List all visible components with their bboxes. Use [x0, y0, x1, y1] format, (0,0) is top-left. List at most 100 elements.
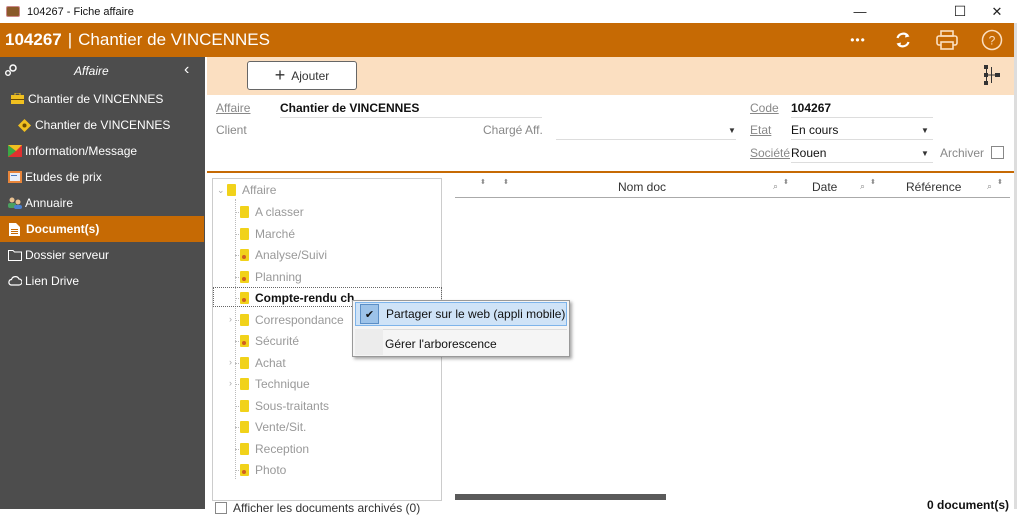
tree-node[interactable]: Sécurité [240, 331, 299, 351]
app-icon [6, 6, 20, 17]
affaire-label[interactable]: Affaire [216, 101, 250, 115]
close-button[interactable]: ✕ [980, 0, 1014, 23]
sidebar-item-label: Dossier serveur [25, 248, 110, 262]
svg-text:?: ? [989, 34, 996, 48]
folder-icon [240, 270, 249, 283]
affaire-field[interactable]: Chantier de VINCENNES [280, 101, 542, 118]
help-icon[interactable]: ? [975, 23, 1009, 57]
tree-node[interactable]: Marché [240, 224, 295, 244]
header-separator: | [67, 30, 73, 49]
maximize-button[interactable]: ☐ [943, 0, 977, 23]
sidebar-item-chantier-sub[interactable]: Chantier de VINCENNES [0, 112, 205, 138]
chevron-down-icon[interactable]: ▼ [921, 149, 929, 158]
sort-icon[interactable]: ⬍ [997, 178, 1003, 186]
tree-node[interactable]: Technique [240, 374, 310, 394]
add-button-label: Ajouter [291, 68, 330, 83]
sidebar-item-information[interactable]: Information/Message [0, 138, 205, 164]
tree-node[interactable]: Photo [240, 460, 286, 480]
folder-icon [240, 206, 249, 218]
column-header-nom-doc[interactable]: Nom doc [618, 180, 666, 194]
tree-root[interactable]: Affaire [227, 180, 276, 200]
refresh-icon[interactable] [886, 23, 920, 57]
folder-icon [240, 227, 249, 240]
tree-node[interactable]: Compte-rendu ch. [240, 288, 358, 308]
column-header-reference[interactable]: Référence [906, 180, 961, 194]
tree-node[interactable]: Planning [240, 267, 302, 287]
document-count: 0 document(s) [927, 498, 1010, 512]
tree-node[interactable]: Correspondance [240, 310, 344, 330]
tree-node[interactable]: Vente/Sit. [240, 417, 306, 437]
collapse-sidebar-icon[interactable]: ‹ [184, 61, 189, 79]
societe-label[interactable]: Société [750, 146, 790, 160]
sidebar-title: Affaire [74, 64, 109, 78]
folder-icon [240, 356, 249, 369]
tree-node-label: A classer [255, 205, 304, 219]
sidebar-item-chantier[interactable]: Chantier de VINCENNES [0, 86, 205, 112]
code-label[interactable]: Code [750, 101, 779, 115]
sidebar-header: Affaire ‹ [0, 57, 205, 85]
sidebar-item-dossier-serveur[interactable]: Dossier serveur [0, 242, 205, 268]
sidebar-item-annuaire[interactable]: Annuaire [0, 190, 205, 216]
tree-node[interactable]: Analyse/Suivi [240, 245, 327, 265]
column-search-icon[interactable]: ⌕ [987, 181, 992, 192]
sidebar-item-lien-drive[interactable]: Lien Drive [0, 268, 205, 294]
print-icon[interactable] [930, 23, 964, 57]
tree-node-label: Reception [255, 441, 310, 456]
etat-select[interactable]: En cours [791, 123, 933, 140]
show-archived-checkbox[interactable] [215, 502, 227, 514]
tree-node[interactable]: Achat [240, 353, 286, 373]
column-header-date[interactable]: Date [812, 180, 837, 194]
site-sign-icon [18, 119, 32, 132]
tree-node-label: Sécurité [255, 334, 300, 348]
show-archived-toggle[interactable]: Afficher les documents archivés (0) [215, 501, 420, 515]
gears-icon[interactable] [4, 63, 18, 80]
sidebar: Affaire ‹ Chantier de VINCENNES Chantier… [0, 57, 205, 509]
column-search-icon[interactable]: ⌕ [773, 181, 778, 192]
charge-aff-select[interactable] [556, 123, 736, 140]
sidebar-item-label: Lien Drive [25, 274, 80, 288]
chevron-down-icon[interactable]: ⌄ [217, 185, 225, 196]
folder-icon [240, 335, 249, 347]
tree-node-label: Photo [255, 463, 287, 477]
document-grid-header: ⬍ ⬍ Nom doc ⌕ ⬍ Date ⌕ ⬍ Référence ⌕ ⬍ [455, 178, 1010, 198]
horizontal-scrollbar[interactable] [455, 494, 666, 500]
tree-structure-icon[interactable] [982, 65, 1002, 88]
sort-icon[interactable]: ⬍ [503, 178, 509, 186]
more-icon[interactable]: ••• [841, 23, 875, 57]
sort-icon[interactable]: ⬍ [870, 178, 876, 186]
sidebar-item-label: Information/Message [25, 144, 138, 158]
folder-icon [240, 378, 249, 390]
chevron-right-icon[interactable]: › [229, 357, 232, 367]
tree-node-label: Planning [255, 269, 302, 284]
plus-icon: + [274, 65, 286, 85]
price-study-icon [8, 171, 22, 183]
tree-node[interactable]: Reception [240, 439, 309, 459]
menu-item-partager-web[interactable]: ✔ Partager sur le web (appli mobile) [355, 302, 567, 326]
sort-icon[interactable]: ⬍ [480, 178, 486, 186]
column-search-icon[interactable]: ⌕ [860, 181, 865, 192]
menu-item-gerer-arborescence[interactable]: Gérer l'arborescence [355, 332, 567, 356]
tree-node[interactable]: A classer [240, 202, 304, 222]
tree-node-label: Compte-rendu ch. [255, 291, 358, 305]
contacts-icon [8, 197, 22, 209]
tree-node-label: Marché [255, 226, 296, 241]
charge-aff-label: Chargé Aff. [483, 123, 543, 137]
add-button[interactable]: + Ajouter [247, 61, 357, 90]
app-header: 104267 | Chantier de VINCENNES ••• ? [0, 23, 1017, 57]
tree-node-label: Vente/Sit. [255, 420, 307, 434]
sidebar-item-etudes[interactable]: Etudes de prix [0, 164, 205, 190]
sidebar-item-documents[interactable]: Document(s) [0, 216, 204, 242]
etat-label[interactable]: Etat [750, 123, 771, 137]
societe-select[interactable]: Rouen [791, 146, 933, 163]
chevron-down-icon[interactable]: ▼ [921, 126, 929, 135]
folder-icon [8, 249, 22, 261]
chevron-right-icon[interactable]: › [229, 378, 232, 388]
menu-item-label: Gérer l'arborescence [385, 337, 497, 351]
sort-icon[interactable]: ⬍ [783, 178, 789, 186]
tree-node[interactable]: Sous-traitants [240, 396, 329, 416]
code-field[interactable]: 104267 [791, 101, 933, 118]
chevron-down-icon[interactable]: ▼ [728, 126, 736, 135]
minimize-button[interactable]: — [843, 0, 877, 23]
archiver-checkbox[interactable] [991, 146, 1004, 159]
chevron-right-icon[interactable]: › [229, 314, 232, 324]
